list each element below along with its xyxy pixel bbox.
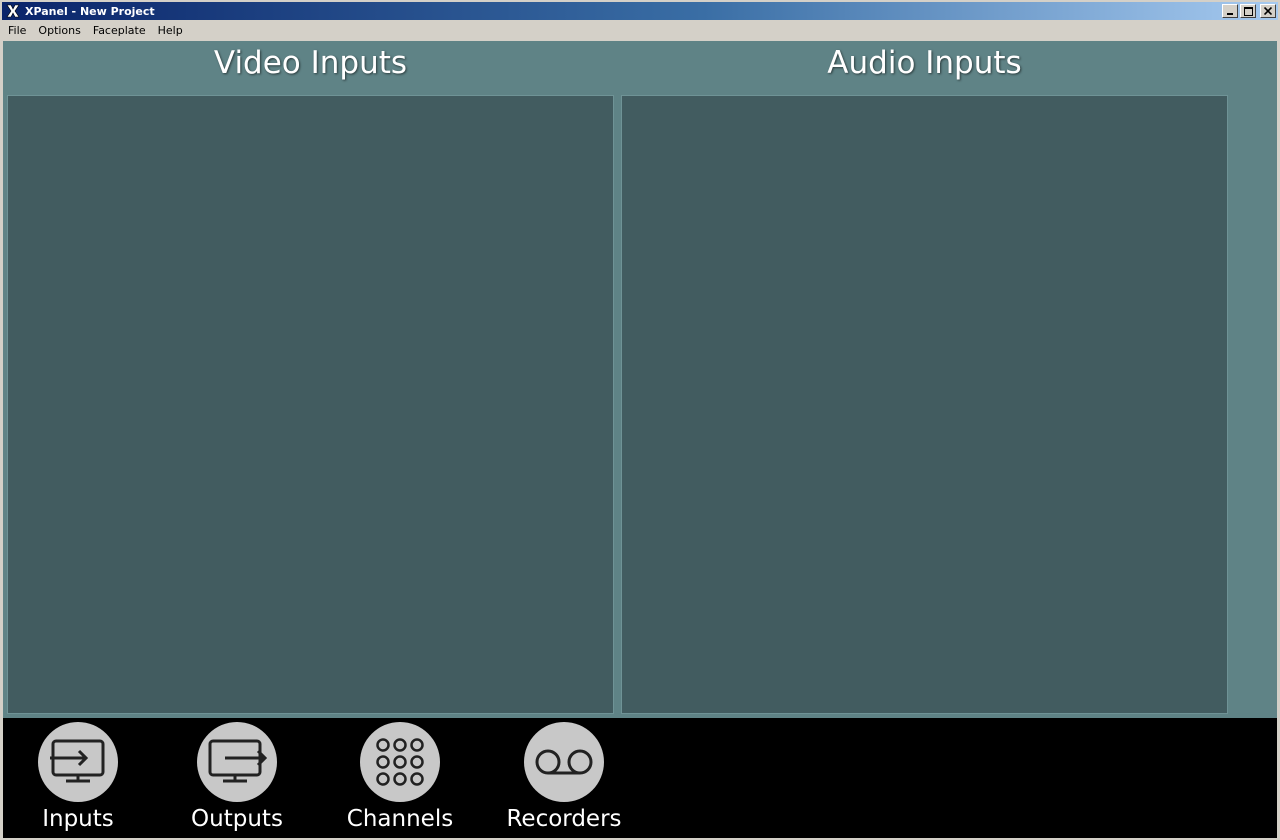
main-content: Video Inputs Audio Inputs Inputs Outputs…: [3, 41, 1277, 838]
nav-outputs-button[interactable]: Outputs: [172, 722, 302, 834]
menu-bar: File Options Faceplate Help: [2, 21, 1278, 40]
minimize-button[interactable]: [1222, 4, 1238, 18]
minimize-icon: [1227, 13, 1233, 15]
voicemail-tape-icon: [535, 749, 593, 775]
nav-outputs-label: Outputs: [191, 806, 283, 832]
monitor-output-icon: [208, 739, 267, 783]
app-window: XPanel - New Project File Options Facepl…: [0, 0, 1280, 840]
maximize-icon: [1243, 6, 1253, 16]
nav-inputs-button[interactable]: Inputs: [13, 722, 143, 834]
nav-channels-button[interactable]: Channels: [335, 722, 465, 834]
video-inputs-panel[interactable]: [7, 95, 614, 714]
audio-inputs-title: Audio Inputs: [827, 45, 1022, 81]
nav-inputs-circle[interactable]: [38, 722, 118, 802]
menu-faceplate[interactable]: Faceplate: [87, 24, 152, 37]
maximize-button[interactable]: [1240, 4, 1256, 18]
window-controls: [1222, 4, 1276, 18]
audio-inputs-panel[interactable]: [621, 95, 1228, 714]
window-title: XPanel - New Project: [25, 4, 155, 18]
nav-recorders-label: Recorders: [506, 806, 622, 832]
menu-help[interactable]: Help: [152, 24, 189, 37]
bottom-nav: Inputs Outputs Channels Recorders: [3, 718, 1277, 838]
nav-inputs-label: Inputs: [42, 806, 114, 832]
menu-options[interactable]: Options: [32, 24, 86, 37]
keypad-grid-icon: [376, 738, 424, 786]
menu-file[interactable]: File: [2, 24, 32, 37]
nav-outputs-circle[interactable]: [197, 722, 277, 802]
close-icon: [1264, 7, 1272, 15]
close-button[interactable]: [1260, 4, 1276, 18]
title-bar[interactable]: XPanel - New Project: [2, 2, 1278, 20]
nav-recorders-circle[interactable]: [524, 722, 604, 802]
nav-channels-circle[interactable]: [360, 722, 440, 802]
video-inputs-title: Video Inputs: [213, 45, 408, 81]
nav-recorders-button[interactable]: Recorders: [499, 722, 629, 834]
x-logo-icon[interactable]: [5, 3, 21, 19]
monitor-input-icon: [50, 739, 105, 783]
nav-channels-label: Channels: [346, 806, 454, 832]
